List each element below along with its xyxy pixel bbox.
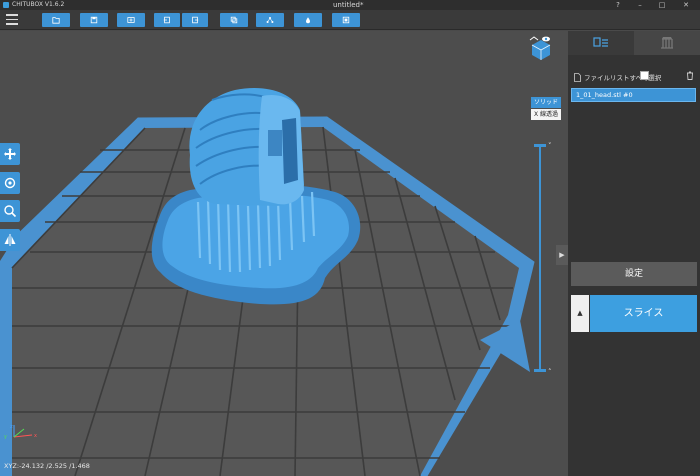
select-all-label: ファイルリストすべて選択	[584, 74, 662, 82]
move-tool-button[interactable]	[0, 143, 20, 165]
network-button[interactable]	[256, 13, 284, 27]
trash-icon[interactable]	[686, 71, 694, 80]
move-icon	[4, 148, 16, 160]
save-file-button[interactable]	[80, 13, 108, 27]
right-panel: ファイルリストすべて選択 1_01_head.stl #0 設定 ▲ スライス	[568, 31, 700, 476]
panel-tabs	[568, 31, 700, 55]
document-title: untitled*	[333, 1, 364, 9]
close-button[interactable]: ✕	[678, 0, 694, 10]
app-name: CHITUBOX V1.6.2	[12, 1, 65, 8]
fill-button[interactable]	[294, 13, 322, 27]
mirror-tool-button[interactable]	[0, 229, 20, 251]
copy-icon	[230, 16, 238, 24]
mirror-icon	[4, 234, 16, 246]
file-list-icon	[593, 37, 608, 47]
copy-button[interactable]	[220, 13, 248, 27]
axis-y-label: y	[4, 434, 7, 440]
file-list-item[interactable]: 1_01_head.stl #0	[571, 88, 696, 102]
build-plate-scene[interactable]	[0, 31, 568, 476]
scale-icon	[4, 205, 17, 218]
chitubox-window: CHITUBOX V1.6.2 untitled* ? – □ ✕ ソリッド X…	[0, 0, 700, 476]
solid-mode-button[interactable]: ソリッド	[531, 97, 561, 108]
axis-x-label: x	[34, 433, 37, 439]
fill-icon	[306, 17, 310, 24]
xray-mode-button[interactable]: X 線透過	[531, 109, 561, 120]
settings-icon	[127, 17, 135, 23]
export-icon	[192, 16, 199, 24]
slice-button[interactable]: スライス	[590, 295, 697, 332]
chevron-up-icon[interactable]: ˄	[548, 368, 552, 376]
minimize-button[interactable]: –	[632, 0, 648, 10]
slice-options-button[interactable]: ▲	[571, 295, 589, 332]
layer-slider-top-handle[interactable]	[534, 144, 546, 147]
tab-support[interactable]	[634, 31, 700, 55]
app-logo	[3, 2, 9, 8]
scale-tool-button[interactable]	[0, 200, 20, 222]
layer-slider-bottom-handle[interactable]	[534, 369, 546, 372]
menu-button[interactable]	[6, 14, 18, 26]
main-toolbar	[0, 10, 700, 30]
rotate-icon	[4, 177, 16, 189]
settings-button[interactable]: 設定	[571, 262, 697, 286]
export-button[interactable]	[182, 13, 208, 27]
chevron-down-icon[interactable]: ˅	[548, 142, 552, 150]
select-all-checkbox[interactable]	[640, 71, 649, 80]
maximize-button[interactable]: □	[654, 0, 670, 10]
help-button[interactable]: ?	[610, 0, 626, 10]
screen-button[interactable]	[332, 13, 360, 27]
tab-file-list[interactable]	[568, 31, 634, 55]
axis-gizmo: z y x	[4, 424, 37, 440]
title-bar: CHITUBOX V1.6.2 untitled* ? – □ ✕	[0, 0, 700, 10]
3d-viewport[interactable]	[0, 31, 568, 476]
network-icon	[266, 16, 274, 24]
open-file-button[interactable]	[42, 13, 70, 27]
layer-slider-track[interactable]	[539, 146, 541, 370]
support-icon	[661, 37, 673, 49]
document-icon	[574, 72, 581, 82]
panel-collapse-button[interactable]: ▶	[556, 245, 568, 265]
screen-icon	[342, 16, 350, 24]
file-list-header: ファイルリストすべて選択	[574, 71, 696, 83]
settings-button[interactable]	[117, 13, 145, 27]
open-file-icon	[52, 17, 60, 24]
import-icon	[163, 16, 170, 24]
save-file-icon	[90, 16, 98, 24]
view-cube-icon[interactable]	[529, 36, 553, 68]
import-button[interactable]	[154, 13, 180, 27]
rotate-tool-button[interactable]	[0, 172, 20, 194]
axis-z-label: z	[10, 424, 13, 430]
cursor-coordinates: XYZ:-24.132 /2.525 /1.468	[4, 462, 90, 470]
